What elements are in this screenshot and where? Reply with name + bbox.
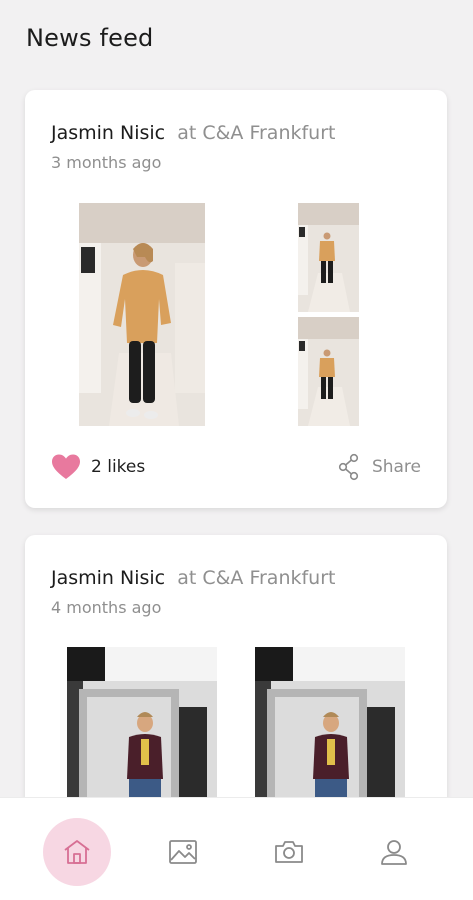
nav-gallery-button[interactable]	[149, 818, 217, 886]
profile-icon	[381, 840, 407, 865]
post-author[interactable]: Jasmin Nisic	[51, 567, 165, 589]
post-photo[interactable]	[67, 647, 217, 807]
likes-count: 2 likes	[91, 457, 146, 477]
camera-icon	[275, 841, 303, 863]
post-card[interactable]: Jasmin Nisic at C&A Frankfurt 4 months a…	[25, 535, 447, 835]
post-card[interactable]: Jasmin Nisic at C&A Frankfurt 3 months a…	[25, 90, 447, 508]
post-header: Jasmin Nisic at C&A Frankfurt	[51, 567, 335, 589]
nav-home-button[interactable]	[43, 818, 111, 886]
gallery-icon	[169, 840, 197, 864]
likes-row: 2 likes	[51, 452, 145, 482]
post-location[interactable]: at C&A Frankfurt	[177, 567, 335, 589]
post-time: 4 months ago	[51, 598, 162, 617]
post-author[interactable]: Jasmin Nisic	[51, 122, 165, 144]
home-icon	[64, 840, 90, 864]
bottom-navigation	[0, 797, 473, 900]
post-photo[interactable]	[79, 203, 205, 426]
post-header: Jasmin Nisic at C&A Frankfurt	[51, 122, 335, 144]
nav-camera-button[interactable]	[255, 818, 323, 886]
share-icon	[338, 453, 359, 481]
share-label: Share	[371, 457, 421, 477]
share-button[interactable]: Share	[338, 452, 421, 482]
post-photo[interactable]	[255, 647, 405, 807]
post-photo[interactable]	[298, 317, 359, 426]
nav-profile-button[interactable]	[360, 818, 428, 886]
post-location[interactable]: at C&A Frankfurt	[177, 122, 335, 144]
page-title: News feed	[26, 24, 154, 52]
post-photo[interactable]	[298, 203, 359, 312]
heart-icon[interactable]	[51, 453, 81, 481]
post-time: 3 months ago	[51, 153, 162, 172]
